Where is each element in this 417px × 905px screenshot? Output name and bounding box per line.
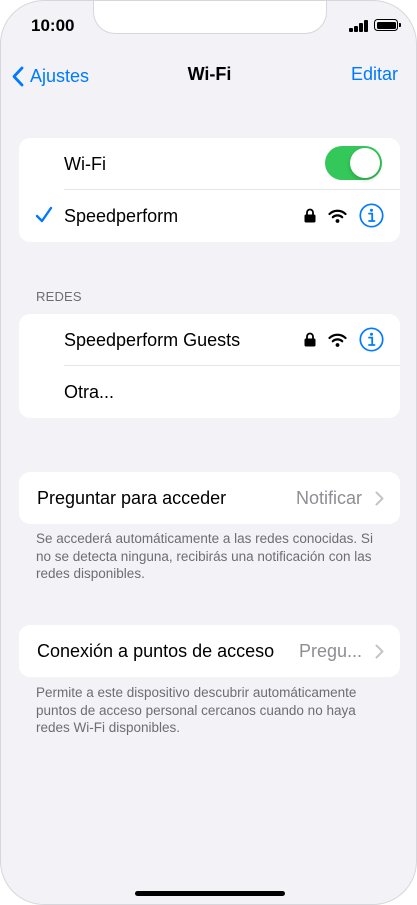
home-indicator[interactable] [135,891,285,896]
wifi-signal-icon [328,333,347,347]
network-row-other[interactable]: Otra... [19,366,400,418]
hotspot-value: Pregu... [298,640,362,661]
connected-network-name: Speedperform [64,205,179,226]
networks-group: Speedperform Guests Otra... [19,314,400,418]
hotspot-row[interactable]: Conexión a puntos de acceso Pregu... [19,625,400,677]
wifi-toggle-row: Wi-Fi [19,138,400,190]
wifi-label: Wi-Fi [64,153,106,174]
ask-to-join-row[interactable]: Preguntar para acceder Notificar [19,472,400,524]
wifi-group: Wi-Fi Speedperform [19,138,400,242]
checkmark-icon [35,206,53,223]
wifi-toggle[interactable] [325,146,382,180]
hotspot-group: Conexión a puntos de acceso Pregu... [19,625,400,677]
battery-level [376,21,396,29]
lock-icon [304,208,316,223]
network-icons [304,203,384,228]
wifi-signal-icon [328,209,347,223]
info-icon[interactable] [359,203,384,228]
edit-button[interactable]: Editar [351,64,398,85]
phone-screen: 10:00 Ajustes Wi-Fi Editar Wi-Fi Speedpe… [0,0,417,905]
status-time: 10:00 [31,16,75,35]
network-name: Otra... [64,381,115,402]
ask-to-join-label: Preguntar para acceder [37,487,227,508]
network-row-speedperform-guests[interactable]: Speedperform Guests [19,314,400,366]
back-button[interactable]: Ajustes [11,63,89,89]
network-name: Speedperform Guests [64,329,241,350]
info-icon[interactable] [359,327,384,352]
chevron-right-icon [375,491,384,506]
back-label: Ajustes [30,65,90,86]
ask-to-join-value: Notificar [295,487,362,508]
chevron-right-icon [375,644,384,659]
connected-network-row[interactable]: Speedperform [19,190,400,242]
toggle-knob [350,148,380,178]
networks-section-header: REDES [36,289,82,304]
lock-icon [304,332,316,347]
network-icons [304,327,384,352]
battery-icon [374,19,401,31]
ask-to-join-group: Preguntar para acceder Notificar [19,472,400,524]
hotspot-label: Conexión a puntos de acceso [37,640,275,661]
hotspot-footnote: Permite a este dispositivo descubrir aut… [36,685,357,735]
cellular-signal-icon [349,20,369,32]
notch [93,1,327,34]
ask-to-join-footnote: Se accederá automáticamente a las redes … [36,531,373,581]
chevron-left-icon [12,66,24,86]
